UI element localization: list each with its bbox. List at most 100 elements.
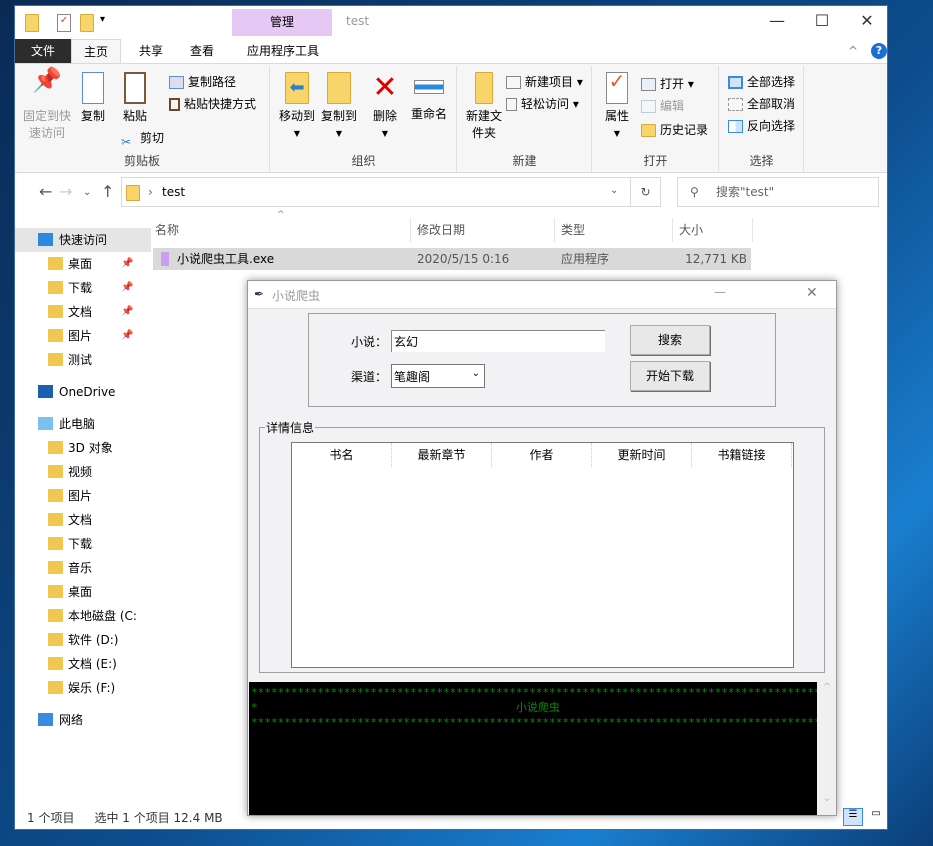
tab-file[interactable]: 文件 bbox=[15, 39, 71, 63]
copy-path-button[interactable]: 复制路径 bbox=[169, 72, 236, 92]
nav-item[interactable]: 测试 bbox=[15, 348, 151, 372]
folder-icon[interactable] bbox=[25, 14, 39, 32]
tab-share[interactable]: 共享 bbox=[127, 39, 175, 63]
paste-shortcut-button[interactable]: 粘贴快捷方式 bbox=[169, 94, 256, 114]
large-icons-view-button[interactable]: ▭ bbox=[867, 808, 885, 826]
nav-item[interactable]: 文档📌 bbox=[15, 300, 151, 324]
properties-icon[interactable]: ✓ bbox=[57, 14, 71, 32]
tab-app-tools[interactable]: 应用程序工具 bbox=[233, 39, 333, 63]
rename-button[interactable]: 重命名 bbox=[405, 66, 453, 123]
header-book-link[interactable]: 书籍链接 bbox=[692, 443, 792, 467]
forward-button[interactable]: → bbox=[59, 182, 72, 201]
nav-icon bbox=[48, 281, 63, 294]
address-bar[interactable]: › test ⌄ ↻ bbox=[121, 177, 661, 207]
delete-button[interactable]: ✕删除▼ bbox=[365, 66, 405, 142]
console-border-bottom: ****************************************… bbox=[251, 715, 815, 730]
search-button[interactable]: 搜索 bbox=[630, 325, 710, 355]
nav-item[interactable]: 本地磁盘 (C: bbox=[15, 604, 151, 628]
easy-access-button[interactable]: 轻松访问 ▾ bbox=[506, 94, 579, 114]
copy-to-button[interactable]: 复制到▼ bbox=[315, 66, 363, 142]
open-button[interactable]: 打开 ▾ bbox=[641, 74, 694, 94]
minimize-button[interactable]: — bbox=[714, 285, 726, 299]
nav-item[interactable]: 网络 bbox=[15, 708, 151, 732]
file-size: 12,771 KB bbox=[685, 248, 747, 270]
edit-button[interactable]: 编辑 bbox=[641, 96, 684, 116]
select-none-button[interactable]: 全部取消 bbox=[728, 94, 795, 114]
select-group: 全部选择 全部取消 反向选择 选择 bbox=[720, 66, 804, 172]
console-output[interactable]: ****************************************… bbox=[249, 682, 817, 815]
nav-item[interactable]: 此电脑 bbox=[15, 412, 151, 436]
group-label: 新建 bbox=[458, 152, 591, 169]
nav-icon bbox=[48, 585, 63, 598]
nav-item[interactable]: 软件 (D:) bbox=[15, 628, 151, 652]
nav-item-label: 桌面 bbox=[68, 580, 92, 604]
nav-icon bbox=[48, 489, 63, 502]
header-latest-chapter[interactable]: 最新章节 bbox=[392, 443, 492, 467]
tab-home[interactable]: 主页 bbox=[71, 39, 121, 64]
nav-item[interactable]: 图片 bbox=[15, 484, 151, 508]
column-name[interactable]: 名称 bbox=[149, 218, 411, 242]
new-folder-icon[interactable] bbox=[80, 14, 94, 32]
pin-quick-access-button[interactable]: 📌固定到快速访问 bbox=[19, 66, 75, 142]
header-book-name[interactable]: 书名 bbox=[292, 443, 392, 467]
back-button[interactable]: ← bbox=[39, 182, 52, 201]
channel-select[interactable]: 笔趣阁⌄ bbox=[391, 364, 485, 388]
nav-item[interactable]: 下载 bbox=[15, 532, 151, 556]
column-modified[interactable]: 修改日期 bbox=[411, 218, 555, 242]
nav-item[interactable]: 下载📌 bbox=[15, 276, 151, 300]
nav-item[interactable]: 图片📌 bbox=[15, 324, 151, 348]
up-button[interactable]: ↑ bbox=[101, 182, 114, 201]
nav-item[interactable]: 视频 bbox=[15, 460, 151, 484]
close-button[interactable]: ✕ bbox=[806, 285, 818, 301]
search-frame: 小说： 玄幻 渠道： 笔趣阁⌄ 搜索 开始下载 bbox=[308, 313, 776, 407]
paste-button[interactable]: 粘贴 bbox=[113, 66, 157, 125]
header-update-time[interactable]: 更新时间 bbox=[592, 443, 692, 467]
nav-item[interactable]: 桌面 bbox=[15, 580, 151, 604]
recent-locations-button[interactable]: ⌄ bbox=[83, 187, 91, 198]
nav-item[interactable]: OneDrive bbox=[15, 380, 151, 404]
results-table[interactable]: 书名 最新章节 作者 更新时间 书籍链接 bbox=[291, 442, 794, 668]
nav-item[interactable]: 文档 bbox=[15, 508, 151, 532]
copy-button[interactable]: 复制 bbox=[71, 66, 115, 125]
column-type[interactable]: 类型 bbox=[555, 218, 673, 242]
new-folder-button[interactable]: 新建文件夹 bbox=[460, 66, 508, 142]
close-button[interactable]: ✕ bbox=[845, 10, 889, 32]
details-view-button[interactable]: ☰ bbox=[843, 808, 863, 826]
cut-button[interactable]: ✂剪切 bbox=[121, 128, 164, 148]
nav-item[interactable]: 娱乐 (F:) bbox=[15, 676, 151, 700]
select-all-button[interactable]: 全部选择 bbox=[728, 72, 795, 92]
invert-selection-button[interactable]: 反向选择 bbox=[728, 116, 795, 136]
help-icon[interactable]: ? bbox=[871, 43, 887, 59]
nav-item[interactable]: 音乐 bbox=[15, 556, 151, 580]
nav-icon bbox=[48, 441, 63, 454]
minimize-button[interactable]: — bbox=[755, 10, 799, 32]
file-row[interactable]: 小说爬虫工具.exe 2020/5/15 0:16 应用程序 12,771 KB bbox=[153, 248, 751, 270]
properties-button[interactable]: ✓属性▼ bbox=[597, 66, 637, 142]
open-icon bbox=[641, 78, 656, 91]
move-to-button[interactable]: ⬅移动到▼ bbox=[273, 66, 321, 142]
collapse-ribbon-icon[interactable]: ^ bbox=[848, 44, 858, 58]
column-size[interactable]: 大小 bbox=[673, 218, 753, 242]
tab-view[interactable]: 查看 bbox=[178, 39, 226, 63]
context-tab-manage: 管理 bbox=[232, 9, 332, 36]
item-count: 1 个项目 bbox=[27, 811, 74, 825]
pin-icon: 📌 bbox=[32, 72, 62, 104]
nav-item[interactable]: 快速访问 bbox=[15, 228, 151, 252]
customize-toolbar-icon[interactable]: ▾ bbox=[100, 14, 105, 25]
nav-item[interactable]: 桌面📌 bbox=[15, 252, 151, 276]
novel-input[interactable]: 玄幻 bbox=[391, 330, 605, 352]
refresh-button[interactable]: ↻ bbox=[630, 178, 660, 206]
console-scrollbar[interactable]: ^⌄ bbox=[818, 682, 836, 815]
address-dropdown-icon[interactable]: ⌄ bbox=[610, 185, 618, 196]
maximize-button[interactable]: ☐ bbox=[800, 10, 844, 32]
search-input[interactable]: ⚲搜索"test" bbox=[677, 177, 879, 207]
history-button[interactable]: 历史记录 bbox=[641, 120, 708, 140]
header-author[interactable]: 作者 bbox=[492, 443, 592, 467]
start-download-button[interactable]: 开始下载 bbox=[630, 361, 710, 391]
nav-item[interactable]: 3D 对象 bbox=[15, 436, 151, 460]
nav-item[interactable]: 文档 (E:) bbox=[15, 652, 151, 676]
rename-icon bbox=[414, 80, 444, 94]
group-label: 打开 bbox=[593, 152, 718, 169]
new-item-button[interactable]: 新建项目 ▾ bbox=[506, 72, 583, 92]
clipboard-icon bbox=[124, 72, 146, 104]
